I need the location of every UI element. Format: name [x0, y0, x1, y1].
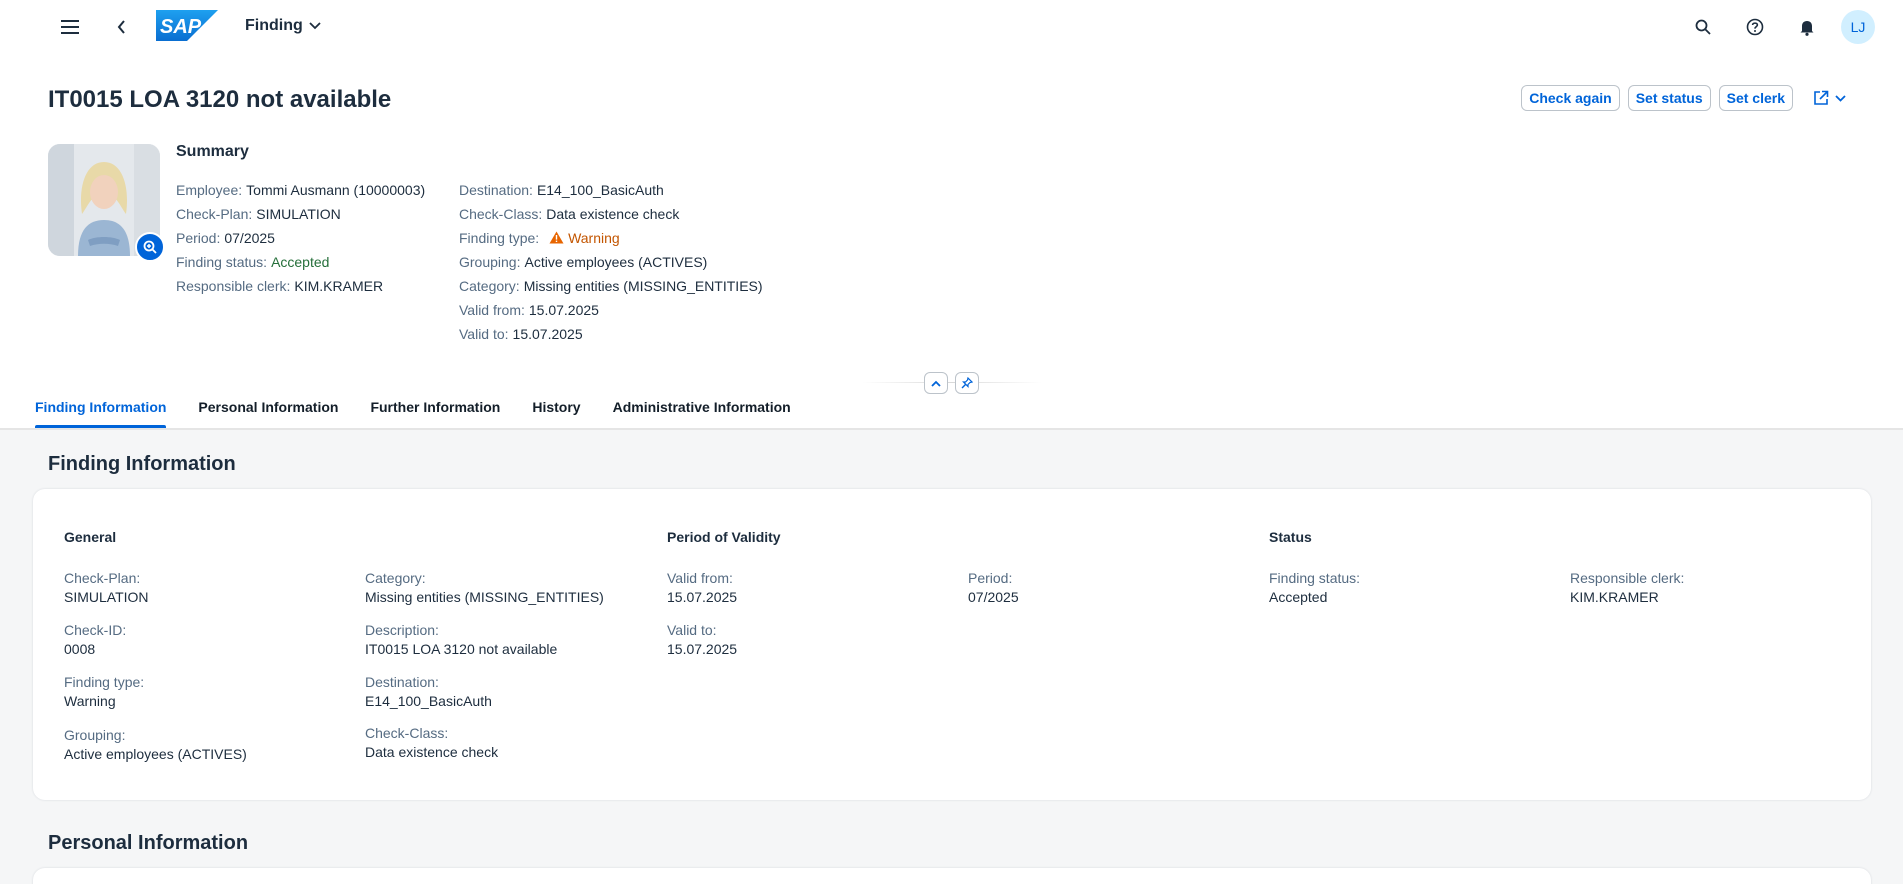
chevron-down-icon: [1834, 94, 1846, 102]
field-responsible-clerk: Responsible clerk: KIM.KRAMER: [1570, 570, 1685, 605]
pin-icon: [961, 377, 973, 389]
summary-field-category: Category: Missing entities (MISSING_ENTIT…: [459, 278, 763, 294]
field-period: Period: 07/2025: [968, 570, 1019, 605]
warning-icon: [549, 231, 564, 244]
set-status-button[interactable]: Set status: [1627, 85, 1711, 111]
bell-icon[interactable]: [1789, 9, 1825, 45]
share-menu-button[interactable]: [1805, 85, 1853, 111]
tab-administrative-information[interactable]: Administrative Information: [613, 392, 791, 428]
summary-left-fields: Employee: Tommi Ausmann (10000003) Check-…: [176, 178, 425, 298]
help-icon[interactable]: [1737, 9, 1773, 45]
pin-header-button[interactable]: [955, 372, 979, 394]
summary-field-employee: Employee: Tommi Ausmann (10000003): [176, 182, 426, 198]
finding-section-title: Finding Information: [48, 453, 236, 475]
page-title: IT0015 LOA 3120 not available: [48, 86, 392, 113]
search-icon[interactable]: [1685, 9, 1721, 45]
group-status-title: Status: [1269, 529, 1312, 545]
header-shadow: [0, 428, 1903, 430]
status-accepted: Accepted: [271, 254, 330, 270]
object-header: IT0015 LOA 3120 not available Check agai…: [0, 54, 1903, 428]
summary-field-valid-from: Valid from: 15.07.2025: [459, 302, 599, 318]
tab-finding-information[interactable]: Finding Information: [35, 392, 167, 428]
collapse-header-button[interactable]: [924, 372, 948, 394]
group-period-of-validity-title: Period of Validity: [667, 529, 781, 545]
summary-field-valid-to: Valid to: 15.07.2025: [459, 326, 583, 342]
field-finding-status: Finding status: Accepted: [1269, 570, 1361, 605]
section-tabs: Finding Information Personal Information…: [0, 392, 1903, 428]
user-avatar[interactable]: LJ: [1841, 10, 1875, 44]
field-category: Category: Missing entities (MISSING_ENTI…: [365, 570, 604, 605]
hamburger-menu-icon[interactable]: [52, 9, 88, 45]
tab-further-information[interactable]: Further Information: [370, 392, 500, 428]
chevron-up-icon: [931, 380, 941, 387]
sap-logo[interactable]: SAP: [156, 10, 218, 41]
summary-right-fields: Destination: E14_100_BasicAuth Check-Clas…: [459, 178, 763, 346]
field-destination: Destination: E14_100_BasicAuth: [365, 674, 492, 709]
field-check-plan: Check-Plan: SIMULATION: [64, 570, 149, 605]
tab-history[interactable]: History: [532, 392, 580, 428]
personal-information-card: [33, 868, 1871, 884]
tab-personal-information[interactable]: Personal Information: [198, 392, 338, 428]
group-general-title: General: [64, 529, 117, 545]
shell-bar: SAP Finding LJ: [0, 0, 1903, 54]
field-valid-to: Valid to: 15.07.2025: [667, 622, 738, 657]
summary-field-check-plan: Check-Plan: SIMULATION: [176, 206, 341, 222]
field-valid-from: Valid from: 15.07.2025: [667, 570, 738, 605]
header-divider: [862, 382, 1042, 383]
summary-field-grouping: Grouping: Active employees (ACTIVES): [459, 254, 708, 270]
app-title-menu[interactable]: Finding: [245, 17, 321, 35]
finding-information-card: General Period of Validity Status Check-…: [33, 489, 1871, 800]
share-icon: [1813, 90, 1828, 105]
summary-field-finding-type: Finding type: Warning: [459, 230, 620, 246]
app-title: Finding: [245, 17, 303, 34]
field-description: Description: IT0015 LOA 3120 not availab…: [365, 622, 558, 657]
back-arrow-icon[interactable]: [104, 9, 140, 45]
check-again-button[interactable]: Check again: [1521, 85, 1620, 111]
field-finding-type: Finding type: Warning: [64, 674, 145, 709]
field-grouping: Grouping: Active employees (ACTIVES): [64, 727, 247, 762]
header-actions: Check again Set status Set clerk: [1521, 85, 1853, 111]
summary-title: Summary: [176, 143, 249, 160]
field-check-class: Check-Class: Data existence check: [365, 725, 499, 760]
field-check-id: Check-ID: 0008: [64, 622, 127, 657]
summary-field-period: Period: 07/2025: [176, 230, 275, 246]
svg-text:SAP: SAP: [160, 16, 202, 38]
zoom-in-icon: [143, 240, 157, 254]
zoom-photo-button[interactable]: [135, 232, 165, 262]
summary-field-check-class: Check-Class: Data existence check: [459, 206, 680, 222]
summary-field-finding-status: Finding status: Accepted: [176, 254, 330, 270]
summary-field-destination: Destination: E14_100_BasicAuth: [459, 182, 664, 198]
chevron-down-icon: [309, 22, 321, 30]
summary-field-responsible-clerk: Responsible clerk: KIM.KRAMER: [176, 278, 384, 294]
personal-section-title: Personal Information: [48, 832, 249, 854]
set-clerk-button[interactable]: Set clerk: [1718, 85, 1793, 111]
